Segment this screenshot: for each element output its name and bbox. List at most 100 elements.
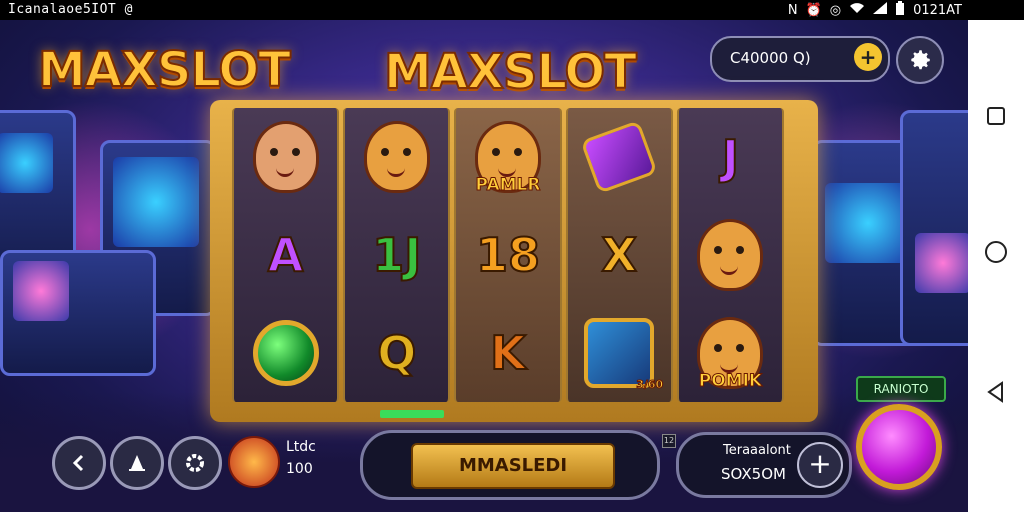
eye xyxy=(514,148,522,156)
lines-display: Ltdc 100 xyxy=(286,436,316,480)
eye xyxy=(736,246,745,254)
alarm-icon: ⏰ xyxy=(805,2,822,18)
status-icons: N ⏰ ◎ 0121AT xyxy=(788,1,962,19)
bet-level-button[interactable] xyxy=(110,436,164,490)
eye xyxy=(492,148,500,156)
letter-symbol: A xyxy=(267,227,305,283)
balance-pill: C40000 Q) + xyxy=(710,36,890,82)
letter-symbol: K xyxy=(489,325,527,381)
reel-frame: A 1J Q PAMLR 18 K X 3/60 J POMIK xyxy=(210,100,818,422)
reel-symbol: K xyxy=(464,313,552,393)
reel-symbol: X xyxy=(575,215,663,295)
eye xyxy=(380,148,389,156)
vibrate-icon: ◎ xyxy=(829,2,842,18)
reel-symbol: 18 xyxy=(464,215,552,295)
arcade-cabinet-right-2 xyxy=(900,110,968,346)
arcade-console-left xyxy=(0,250,156,376)
mouth xyxy=(275,168,294,177)
back-triangle-icon xyxy=(987,381,1003,403)
reel-symbol: 1J xyxy=(353,215,441,295)
letter-symbol: Q xyxy=(376,325,417,381)
status-bar: Icanalaoe5IOT @ N ⏰ ◎ 0121AT xyxy=(0,0,1024,20)
symbol-caption: PAMLR xyxy=(475,175,541,196)
reel-symbol xyxy=(353,117,441,197)
gear-icon xyxy=(911,50,930,70)
reel-4: X 3/60 xyxy=(565,108,673,402)
options-button[interactable] xyxy=(168,436,222,490)
lines-value: 100 xyxy=(286,461,313,477)
status-time: 0121AT xyxy=(913,2,962,18)
bonus-rocket-icon[interactable] xyxy=(228,436,280,488)
battery-icon xyxy=(895,1,905,19)
lines-label: Ltdc xyxy=(286,439,316,455)
chevron-left-icon xyxy=(72,454,84,472)
gear-icon xyxy=(186,454,204,472)
potion-icon xyxy=(580,120,658,194)
bell-icon xyxy=(129,455,145,471)
reel-symbol: A xyxy=(242,215,330,295)
total-bet-label: Teraaalont xyxy=(723,443,791,458)
cabinet-screen xyxy=(13,261,69,321)
letter-symbol: 1J xyxy=(371,227,422,283)
eye xyxy=(402,148,411,156)
game-logo-center: MAXSLOT xyxy=(383,43,638,101)
reel-symbol xyxy=(242,116,330,197)
eye xyxy=(269,148,278,156)
settings-button[interactable] xyxy=(896,36,944,84)
reel-symbol xyxy=(242,313,330,393)
recents-button[interactable] xyxy=(982,102,1010,130)
total-bet-panel: Teraaalont SOX5OM + xyxy=(676,432,852,498)
reel-2: 1J Q xyxy=(343,108,451,402)
letter-symbol: J xyxy=(721,129,740,185)
mouth xyxy=(386,168,405,177)
android-nav-bar xyxy=(968,20,1024,512)
add-coins-button[interactable]: + xyxy=(854,43,882,71)
letter-symbol: 18 xyxy=(475,227,541,283)
reel-symbol xyxy=(575,117,663,197)
spin-bar: MMASLEDI xyxy=(360,430,660,500)
nfc-icon: N xyxy=(787,2,798,18)
mouth xyxy=(720,266,739,275)
green-gem-icon xyxy=(252,320,319,386)
reel-3: PAMLR 18 K xyxy=(454,108,562,402)
home-button[interactable] xyxy=(982,238,1010,266)
symbol-caption: POMIK xyxy=(698,371,763,392)
wifi-icon xyxy=(849,2,865,18)
reel-symbol: POMIK xyxy=(686,313,774,393)
back-nav-button[interactable] xyxy=(982,378,1010,406)
reel-1: A xyxy=(232,108,340,402)
eye xyxy=(714,246,723,254)
bet-badge: 12 xyxy=(662,434,676,448)
cat-portrait-icon xyxy=(363,121,430,193)
recents-icon xyxy=(987,107,1005,125)
reels: A 1J Q PAMLR 18 K X 3/60 J POMIK xyxy=(232,108,785,402)
game-area: MAXSLOT MAXSLOT C40000 Q) + A 1J Q PAMLR 18 K… xyxy=(0,20,968,512)
reel-symbol: 3/60 xyxy=(575,313,664,393)
reel-5: J POMIK xyxy=(676,108,785,402)
payline-indicator xyxy=(380,410,444,418)
woman-portrait-icon xyxy=(245,116,322,196)
spin-button[interactable] xyxy=(856,404,942,490)
game-logo-left: MAXSLOT xyxy=(37,41,292,99)
home-icon xyxy=(985,241,1007,263)
reel-symbol: PAMLR xyxy=(464,117,552,197)
reel-symbol: J xyxy=(686,117,774,197)
status-left-text: Icanalaoe5IOT @ xyxy=(8,2,133,17)
cabinet-screen xyxy=(0,133,53,193)
cabinet-screen xyxy=(825,183,911,263)
eye xyxy=(291,148,300,156)
reel-symbol xyxy=(686,215,774,295)
cat-portrait-icon xyxy=(697,219,764,291)
total-bet-value: SOX5OM xyxy=(721,465,786,483)
back-button[interactable] xyxy=(52,436,106,490)
balance-value: C40000 Q) xyxy=(730,49,811,67)
reel-symbol: Q xyxy=(353,313,441,393)
symbol-caption: 3/60 xyxy=(636,378,664,392)
eye xyxy=(736,344,745,352)
letter-symbol: X xyxy=(600,227,637,283)
max-bet-button[interactable]: MMASLEDI xyxy=(411,443,615,489)
increase-bet-button[interactable]: + xyxy=(797,442,843,488)
eye xyxy=(714,344,723,352)
autoplay-button[interactable]: RANIOTO xyxy=(856,376,946,402)
cabinet-screen xyxy=(915,233,968,293)
